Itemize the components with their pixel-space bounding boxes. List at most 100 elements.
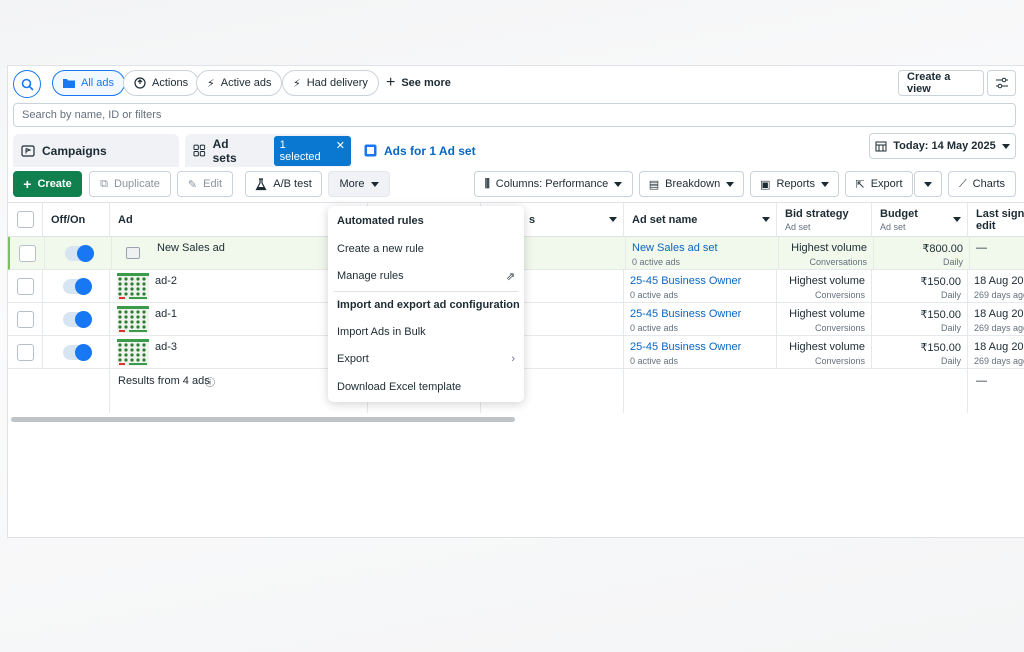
summary-last-edit: — [976,375,987,387]
search-toggle-button[interactable] [13,70,41,98]
date-range-label: Today: 14 May 2025 [893,140,996,152]
menu-item-import-bulk[interactable]: Import Ads in Bulk [337,321,426,343]
on-off-toggle[interactable] [65,245,94,262]
last-edit-date: — [976,242,987,254]
header-adset-name[interactable]: Ad set name [624,203,777,237]
last-edit-ago: 269 days ago [974,290,1024,300]
header-offon: Off/On [43,203,110,237]
budget-value[interactable]: ₹150.00 [920,341,961,354]
create-button[interactable]: + Create [13,171,82,197]
bolt-icon: ⚡ [207,77,215,90]
duplicate-label: Duplicate [114,178,160,190]
select-all-checkbox[interactable] [17,211,34,228]
caret-down-icon [614,181,623,187]
adset-link[interactable]: 25-45 Business Owner [630,275,741,287]
row-checkbox[interactable] [17,344,34,361]
bid-strategy-sub: Conversations [809,257,867,267]
budget-value[interactable]: ₹150.00 [920,275,961,288]
duplicate-icon: ⧉ [100,177,108,190]
columns-icon: ⫼ [484,177,490,190]
see-more-label: See more [401,77,451,89]
reports-button[interactable]: ▣ Reports [750,171,839,197]
adset-link[interactable]: 25-45 Business Owner [630,341,741,353]
tab-ad-sets[interactable]: Ad sets 1 selected ✕ [185,134,351,167]
more-dropdown-menu: Automated rules Create a new rule Manage… [328,206,524,402]
plus-icon: + [23,176,32,192]
ad-icon [364,144,377,157]
horizontal-scrollbar[interactable] [11,417,515,422]
more-label: More [339,178,365,190]
menu-item-create-rule[interactable]: Create a new rule [337,238,424,260]
ad-name[interactable]: New Sales ad [157,242,225,254]
menu-item-export-label: Export [337,353,369,365]
ab-test-button[interactable]: A/B test [245,171,322,197]
filter-had-delivery[interactable]: ⚡ Had delivery [282,70,379,96]
ab-test-label: A/B test [273,178,312,190]
header-budget[interactable]: Budget Ad set [872,203,968,237]
ad-name[interactable]: ad-1 [155,308,177,320]
budget-value[interactable]: ₹150.00 [920,308,961,321]
budget-period: Daily [942,257,963,267]
ad-name[interactable]: ad-3 [155,341,177,353]
ad-name[interactable]: ad-2 [155,275,177,287]
flag-icon [21,144,35,157]
tab-ads-label: Ads for 1 Ad set [384,143,476,158]
columns-button[interactable]: ⫼ Columns: Performance [474,171,633,197]
sort-caret-icon[interactable] [953,217,961,222]
ad-thumbnail [117,339,149,366]
budget-period: Daily [940,290,961,300]
header-select[interactable] [8,203,43,237]
edit-button[interactable]: ✎ Edit [177,171,233,197]
filter-active-ads-label: Active ads [220,77,272,89]
row-checkbox[interactable] [19,245,36,262]
last-edit-date: 18 Aug 202 [974,341,1024,353]
sort-caret-icon[interactable] [762,217,770,222]
header-last-edit[interactable]: Last signi edit [968,203,1024,237]
export-button[interactable]: ⇱ Export [845,171,913,197]
last-edit-date: 18 Aug 202 [974,275,1024,287]
on-off-toggle[interactable] [63,311,92,328]
duplicate-button[interactable]: ⧉ Duplicate [89,171,171,197]
tab-campaigns[interactable]: Campaigns [13,134,179,167]
search-input[interactable]: Search by name, ID or filters [13,103,1016,127]
menu-item-export[interactable]: Export › [337,348,515,370]
on-off-toggle[interactable] [63,344,92,361]
on-off-toggle[interactable] [63,278,92,295]
columns-label: Columns: Performance [495,178,609,190]
close-icon[interactable]: ✕ [336,139,345,163]
budget-value[interactable]: ₹800.00 [922,242,963,255]
filter-active-ads[interactable]: ⚡ Active ads [196,70,283,96]
charts-button[interactable]: ⟋ Charts [948,171,1016,197]
header-bid-strategy[interactable]: Bid strategy Ad set [777,203,872,237]
adset-active-count: 0 active ads [630,356,679,366]
menu-item-download-template[interactable]: Download Excel template [337,376,461,398]
bid-strategy-value: Highest volume [789,275,865,287]
row-checkbox[interactable] [17,278,34,295]
row-checkbox[interactable] [17,311,34,328]
info-icon[interactable]: ⓘ [205,374,215,389]
filter-all-ads[interactable]: All ads [52,70,126,96]
tab-ad-sets-label: Ad sets [212,136,237,165]
pencil-icon: ✎ [187,178,198,191]
summary-text: Results from 4 ads [118,375,210,387]
menu-header-automated-rules: Automated rules [337,215,424,227]
tab-ads[interactable]: Ads for 1 Ad set [356,134,520,167]
grid-icon [193,144,206,157]
selected-badge[interactable]: 1 selected ✕ [273,135,351,166]
bolt-icon: ⚡ [293,77,301,90]
breakdown-button[interactable]: ▤ Breakdown [639,171,744,197]
filter-actions[interactable]: Actions [123,70,200,96]
header-last-edit-label-1: Last signi [976,208,1024,220]
caret-down-icon [1001,143,1010,149]
see-more-button[interactable]: + See more [386,70,451,96]
sort-caret-icon[interactable] [609,217,617,222]
bid-strategy-value: Highest volume [789,308,865,320]
export-dropdown-button[interactable] [914,171,942,197]
menu-item-manage-rules[interactable]: Manage rules ⇗ [337,265,515,287]
create-view-button[interactable]: Create a view [898,70,984,96]
date-range-picker[interactable]: Today: 14 May 2025 [869,133,1016,159]
adset-link[interactable]: 25-45 Business Owner [630,308,741,320]
adset-link[interactable]: New Sales ad set [632,242,718,254]
filter-settings-button[interactable] [987,70,1016,96]
more-button[interactable]: More [328,171,390,197]
